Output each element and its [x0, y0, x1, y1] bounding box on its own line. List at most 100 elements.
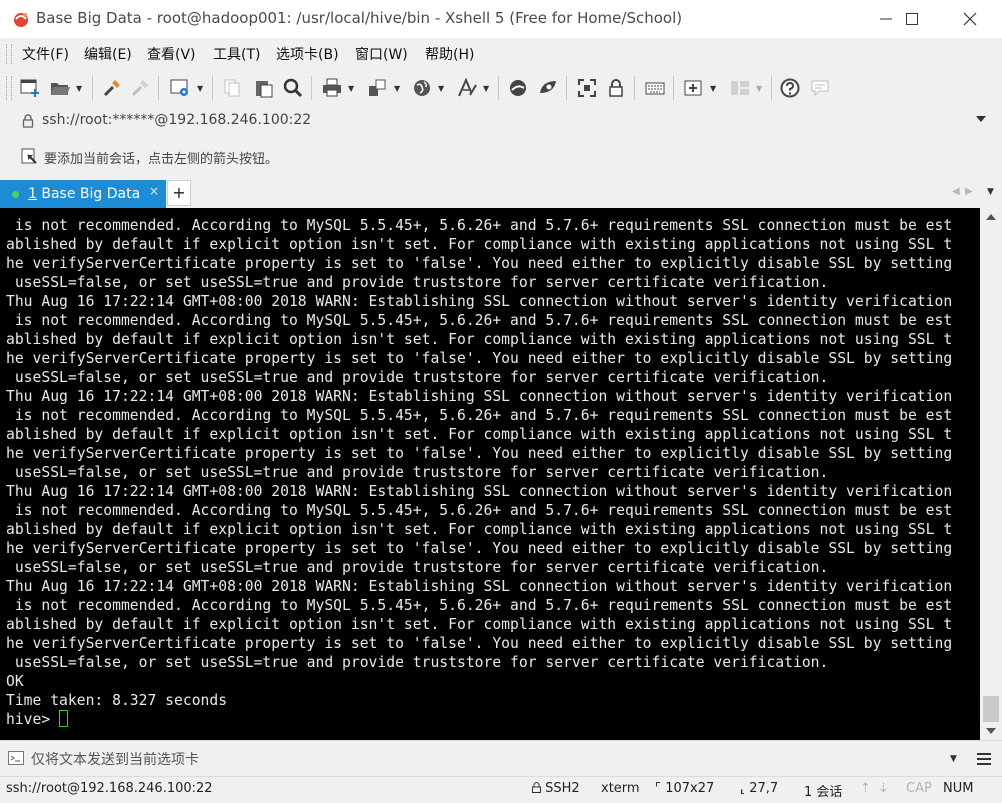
- font-button[interactable]: [455, 76, 479, 100]
- transfer-dropdown-icon[interactable]: ▼: [394, 84, 402, 93]
- terminal-line: Time taken: 8.327 seconds: [6, 692, 228, 709]
- address-dropdown-icon[interactable]: [976, 116, 986, 122]
- new-session-button[interactable]: [18, 76, 42, 100]
- layout-dropdown-icon[interactable]: ▼: [756, 84, 764, 93]
- toolbar-separator: [498, 76, 499, 100]
- transfer-button[interactable]: [365, 76, 389, 100]
- keyboard-button[interactable]: [643, 76, 667, 100]
- title-bar: Base Big Data - root@hadoop001: /usr/loc…: [0, 0, 1002, 38]
- terminal-line: is not recommended. According to MySQL 5…: [6, 407, 953, 424]
- hamburger-menu-icon[interactable]: [972, 748, 996, 770]
- terminal-line: ablished by default if explicit option i…: [6, 521, 953, 538]
- arrow-down-icon: ⇣: [878, 781, 889, 796]
- properties-dropdown-icon[interactable]: ▼: [197, 84, 205, 93]
- lock-icon: [22, 114, 34, 128]
- tab-scroll-right-icon[interactable]: ▶: [965, 186, 973, 197]
- terminal-line: ablished by default if explicit option i…: [6, 236, 953, 253]
- layout-button[interactable]: [728, 76, 752, 100]
- xshell-logo-icon: [14, 13, 28, 27]
- xftp-button[interactable]: [506, 76, 530, 100]
- status-connection: ssh://root@192.168.246.100:22: [6, 781, 213, 796]
- disconnect-icon: [131, 80, 148, 97]
- menu-view[interactable]: 查看(V): [147, 44, 196, 64]
- address-input[interactable]: ssh://root:******@192.168.246.100:22: [42, 112, 311, 128]
- globe-button[interactable]: [410, 76, 434, 100]
- menu-tabs[interactable]: 选项卡(B): [276, 44, 339, 64]
- status-protocol: SSH2: [532, 781, 580, 796]
- menu-bar: 文件(F) 编辑(E) 查看(V) 工具(T) 选项卡(B) 窗口(W) 帮助(…: [0, 38, 1002, 70]
- open-button[interactable]: [48, 76, 72, 100]
- tab-close-icon[interactable]: ×: [149, 184, 159, 198]
- globe-dropdown-icon[interactable]: ▼: [438, 84, 446, 93]
- scroll-up-icon[interactable]: [986, 214, 996, 220]
- menu-window[interactable]: 窗口(W): [355, 44, 408, 64]
- add-tab-dropdown-icon[interactable]: ▼: [710, 84, 718, 93]
- transfer-icon: [369, 79, 386, 96]
- chat-button[interactable]: [808, 76, 832, 100]
- keyboard-icon: [645, 82, 665, 95]
- xftp-icon: [510, 80, 526, 96]
- terminal-line: he verifyServerCertificate property is s…: [6, 635, 953, 652]
- paste-button[interactable]: [252, 76, 276, 100]
- print-dropdown-icon[interactable]: ▼: [348, 84, 356, 93]
- toolbar-separator: [158, 76, 159, 100]
- copy-button[interactable]: [220, 76, 244, 100]
- fullscreen-button[interactable]: [575, 76, 599, 100]
- properties-icon: [170, 79, 188, 96]
- layout-icon: [731, 81, 749, 95]
- cursor-position-icon: ⸤: [740, 781, 746, 796]
- terminal-scrollbar[interactable]: [980, 208, 1002, 740]
- compose-bar: 仅将文本发送到当前选项卡 ▼: [0, 740, 1002, 775]
- copy-icon: [224, 79, 240, 97]
- terminal-line: ablished by default if explicit option i…: [6, 426, 953, 443]
- find-button[interactable]: [281, 76, 305, 100]
- scrollbar-thumb[interactable]: [983, 696, 999, 722]
- help-button[interactable]: [778, 76, 802, 100]
- terminal-output[interactable]: is not recommended. According to MySQL 5…: [0, 208, 980, 740]
- new-session-icon: [20, 79, 39, 97]
- menu-tools[interactable]: 工具(T): [213, 44, 260, 64]
- disconnect-button[interactable]: [128, 76, 152, 100]
- maximize-button[interactable]: [888, 0, 936, 38]
- tab-label: 1 Base Big Data: [28, 186, 141, 202]
- status-num: NUM: [943, 781, 974, 796]
- lock-button[interactable]: [604, 76, 628, 100]
- compose-send-icon[interactable]: [8, 751, 24, 765]
- menu-edit[interactable]: 编辑(E): [84, 44, 132, 64]
- open-dropdown-icon[interactable]: ▼: [76, 84, 84, 93]
- font-icon: [458, 77, 477, 97]
- add-tab-button[interactable]: [682, 76, 706, 100]
- new-tab-button[interactable]: +: [167, 180, 191, 206]
- menu-file[interactable]: 文件(F): [22, 44, 69, 64]
- toolbar-grip[interactable]: [6, 76, 12, 100]
- address-bar[interactable]: ssh://root:******@192.168.246.100:22: [12, 108, 994, 134]
- add-tab-icon: [684, 80, 702, 96]
- menu-help[interactable]: 帮助(H): [425, 44, 474, 64]
- terminal-prompt: hive>: [6, 711, 60, 728]
- reconnect-button[interactable]: [100, 76, 124, 100]
- properties-button[interactable]: [168, 76, 192, 100]
- scroll-down-icon[interactable]: [986, 728, 996, 734]
- tab-scroll-left-icon[interactable]: ◀: [952, 186, 960, 197]
- terminal-line: Thu Aug 16 17:22:14 GMT+08:00 2018 WARN:…: [6, 578, 953, 595]
- menu-grip[interactable]: [6, 44, 12, 64]
- terminal-line: is not recommended. According to MySQL 5…: [6, 312, 953, 329]
- compose-input[interactable]: 仅将文本发送到当前选项卡: [31, 749, 199, 769]
- xmanager-icon: [540, 81, 556, 93]
- terminal-line: he verifyServerCertificate property is s…: [6, 350, 953, 367]
- xmanager-button[interactable]: [536, 76, 560, 100]
- toolbar-separator: [634, 76, 635, 100]
- toolbar-separator: [771, 76, 772, 100]
- tab-list-dropdown-icon[interactable]: ▼: [987, 187, 994, 197]
- add-session-arrow-icon[interactable]: [20, 147, 38, 165]
- close-button[interactable]: [946, 0, 994, 38]
- terminal-line: ablished by default if explicit option i…: [6, 331, 953, 348]
- find-icon: [283, 78, 303, 98]
- terminal-line: Thu Aug 16 17:22:14 GMT+08:00 2018 WARN:…: [6, 293, 953, 310]
- font-dropdown-icon[interactable]: ▼: [483, 84, 491, 93]
- print-button[interactable]: [320, 76, 344, 100]
- terminal-line: useSSL=false, or set useSSL=true and pro…: [6, 654, 829, 671]
- compose-dropdown-icon[interactable]: ▼: [950, 754, 957, 764]
- tab-base-big-data[interactable]: 1 Base Big Data ×: [0, 180, 166, 208]
- terminal-line: useSSL=false, or set useSSL=true and pro…: [6, 369, 829, 386]
